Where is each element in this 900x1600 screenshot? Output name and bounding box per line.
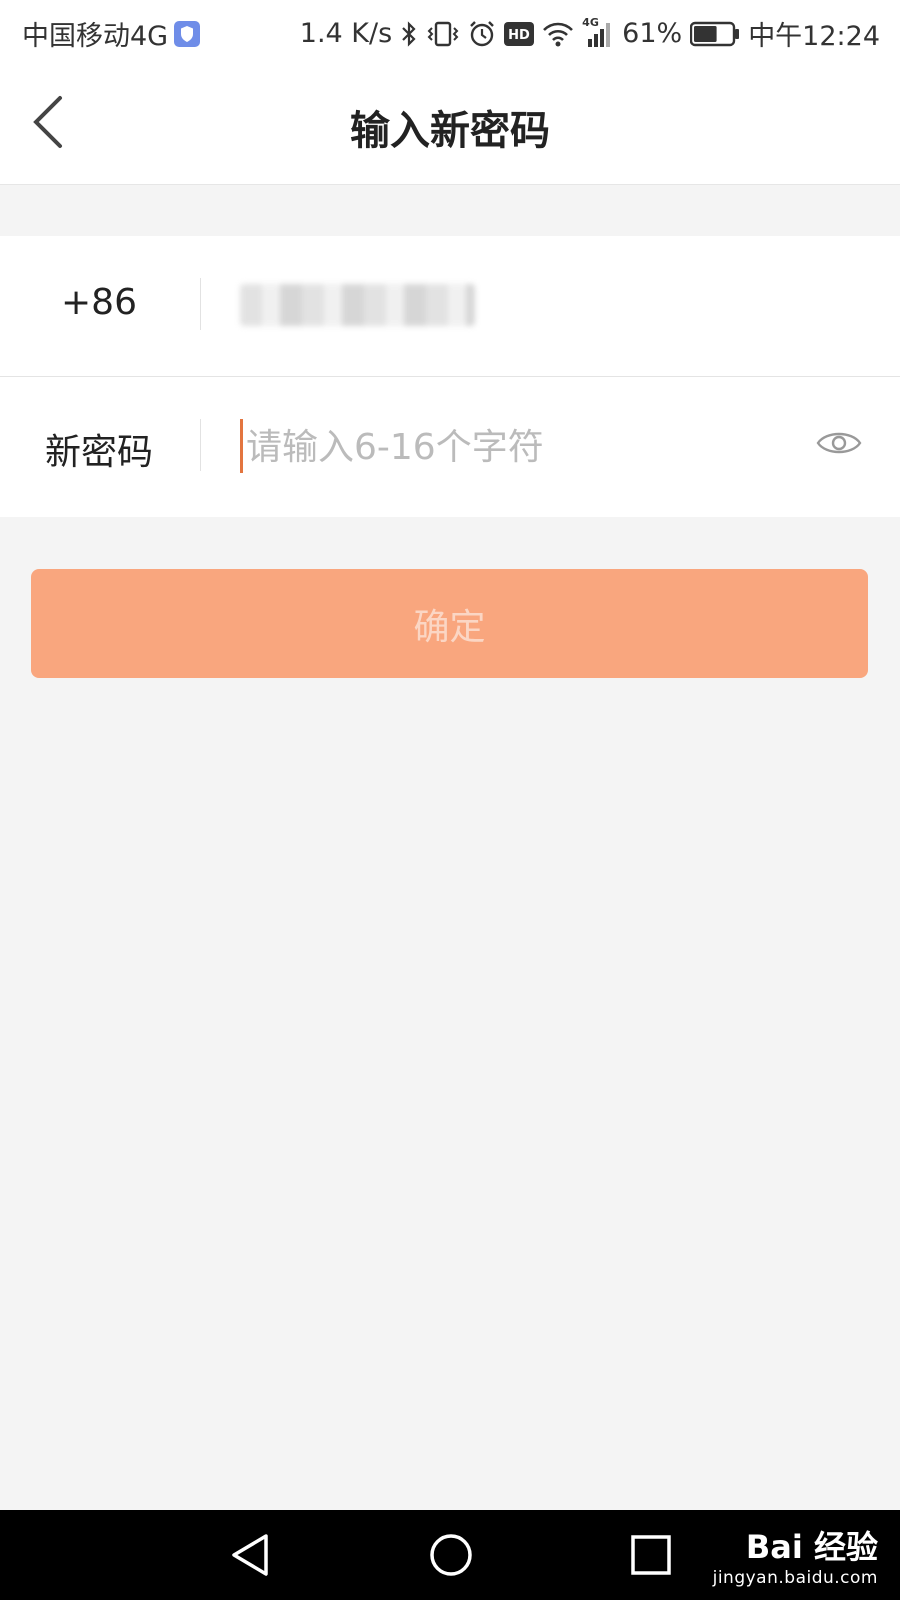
password-label: 新密码 [44, 432, 153, 473]
bluetooth-icon [402, 20, 416, 47]
nav-home-icon[interactable] [428, 1532, 474, 1578]
field-divider [200, 419, 201, 471]
field-divider [200, 278, 201, 330]
status-right: 1.4 K/s HD 4G 61% 中午12:24 [300, 14, 880, 53]
signal-icon: 4G [582, 16, 614, 48]
alarm-icon [470, 20, 495, 46]
status-bar: 中国移动4G 1.4 K/s HD 4G 61% 中午12:24 [0, 0, 900, 62]
confirm-button[interactable]: 确定 [31, 569, 868, 678]
eye-icon[interactable] [816, 425, 862, 461]
nav-recents-icon[interactable] [630, 1532, 672, 1576]
password-row: 新密码 [0, 376, 900, 517]
network-speed: 1.4 K/s [299, 18, 393, 49]
phone-row: +86 [0, 236, 900, 376]
battery-icon [690, 21, 740, 46]
watermark-brand: Bai 经验 [745, 1528, 878, 1566]
status-left: 中国移动4G [22, 14, 201, 53]
header: 输入新密码 [0, 62, 900, 185]
watermark-site: jingyan.baidu.com [712, 1568, 878, 1588]
phone-number-blurred [240, 284, 475, 326]
svg-text:HD: HD [508, 28, 530, 43]
new-password-input[interactable] [246, 421, 776, 473]
page-title: 输入新密码 [350, 108, 550, 154]
baidu-watermark: Bai 经验 jingyan.baidu.com [713, 1522, 878, 1588]
navigation-bar: Bai 经验 jingyan.baidu.com [0, 1510, 900, 1600]
password-form: +86 新密码 [0, 236, 900, 517]
text-cursor [240, 419, 243, 473]
battery-percent: 61% [622, 18, 683, 49]
nav-back-icon[interactable] [228, 1532, 272, 1578]
shield-icon [174, 20, 201, 47]
vibrate-icon [427, 21, 459, 46]
wifi-icon [543, 22, 574, 46]
country-code[interactable]: +86 [40, 282, 158, 323]
clock: 中午12:24 [748, 21, 880, 52]
hd-icon: HD [504, 21, 535, 46]
carrier-label: 中国移动4G [22, 21, 169, 52]
